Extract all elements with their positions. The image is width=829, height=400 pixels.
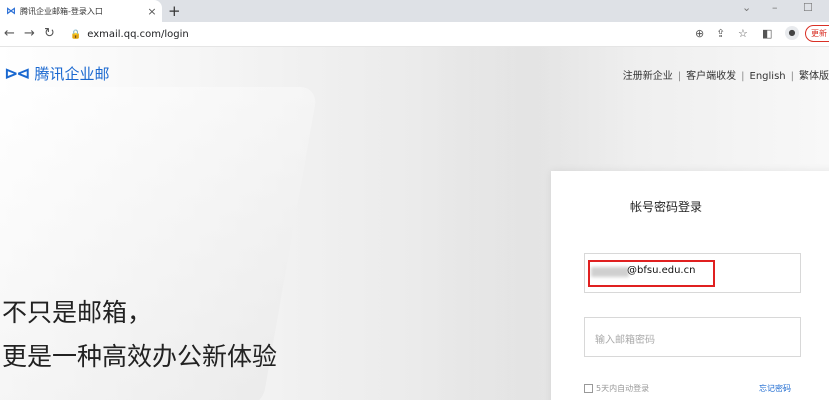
link-separator: | (790, 71, 794, 82)
login-page: ⊳⊲ 腾讯企业邮 注册新企业 | 客户端收发 | English | 繁体版 不只是邮箱， … (0, 47, 829, 400)
tab-title: 腾讯企业邮箱-登录入口 (20, 6, 103, 16)
password-placeholder: 输入邮箱密码 (595, 335, 655, 346)
profile-avatar-icon[interactable]: ● (785, 26, 799, 40)
close-tab-icon[interactable]: × (144, 5, 160, 18)
back-icon[interactable]: ← (4, 26, 15, 42)
remember-label: 5天内自动登录 (596, 384, 650, 393)
tab-search-icon[interactable]: ⌄ (742, 1, 751, 14)
share-icon[interactable]: ⇪ (716, 27, 725, 40)
tencent-mail-icon: ⋈ (6, 5, 16, 17)
url-text[interactable]: exmail.qq.com/login (87, 29, 188, 40)
english-link[interactable]: English (750, 71, 786, 82)
browser-toolbar: ← → ↻ 🔒 exmail.qq.com/login ⊕ ⇪ ☆ ◧ (0, 22, 829, 47)
remember-checkbox[interactable] (584, 384, 593, 393)
traditional-chinese-link[interactable]: 繁体版 (799, 67, 829, 82)
register-link[interactable]: 注册新企业 (623, 67, 673, 82)
hero-slogan-line1: 不只是邮箱， (2, 298, 153, 327)
browser-tab[interactable]: ⋈ 腾讯企业邮箱-登录入口 × (0, 0, 162, 22)
login-title: 帐号密码登录 (629, 200, 702, 214)
tencent-mail-logo-icon: ⊳⊲ (4, 63, 30, 84)
brand-logo[interactable]: ⊳⊲ 腾讯企业邮 (4, 63, 110, 84)
new-tab-button[interactable]: + (168, 2, 181, 20)
logo-text: 腾讯企业邮 (34, 65, 110, 83)
account-input[interactable]: @bfsu.edu.cn (584, 253, 801, 293)
forgot-password-link[interactable]: 忘记密码 (759, 383, 791, 394)
zoom-icon[interactable]: ⊕ (695, 27, 704, 40)
update-button[interactable]: 更新 (805, 25, 829, 42)
address-bar[interactable]: 🔒 exmail.qq.com/login (64, 25, 684, 44)
header-links: 注册新企业 | 客户端收发 | English | 繁体版 (623, 67, 829, 82)
reload-icon[interactable]: ↻ (44, 26, 55, 42)
tab-strip: ⋈ 腾讯企业邮箱-登录入口 × + ⌄ – ☐ (0, 0, 829, 22)
forward-icon[interactable]: → (24, 26, 35, 42)
minimize-button[interactable]: – (772, 1, 778, 14)
client-link[interactable]: 客户端收发 (686, 67, 736, 82)
side-panel-icon[interactable]: ◧ (762, 27, 772, 40)
highlight-box (588, 260, 715, 287)
maximize-button[interactable]: ☐ (803, 1, 813, 14)
link-separator: | (741, 71, 745, 82)
link-separator: | (677, 71, 682, 82)
login-card: 帐号密码登录 @bfsu.edu.cn 输入邮箱密码 5天内自动登录 忘记密码 (551, 171, 829, 400)
password-input[interactable]: 输入邮箱密码 (584, 317, 801, 357)
bookmark-star-icon[interactable]: ☆ (738, 27, 748, 40)
lock-icon[interactable]: 🔒 (70, 30, 81, 40)
hero-slogan-line2: 更是一种高效办公新体验 (2, 342, 278, 371)
remember-login[interactable]: 5天内自动登录 (584, 383, 649, 394)
